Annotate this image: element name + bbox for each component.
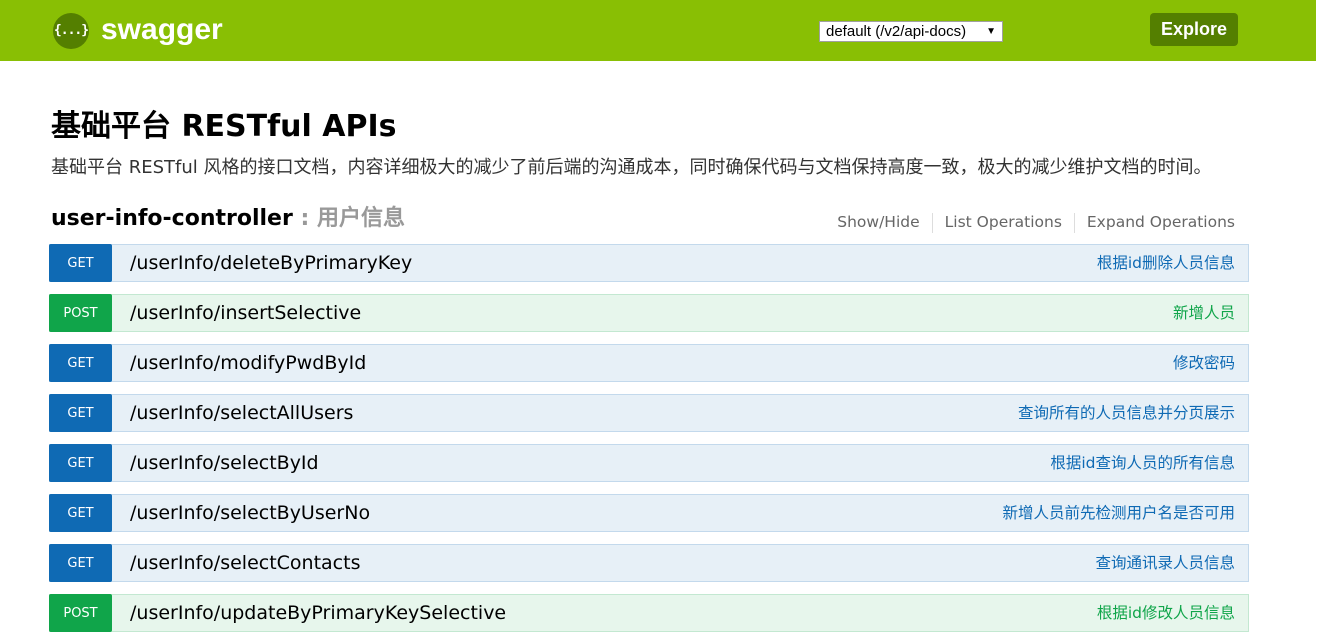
- endpoint-row[interactable]: GET /userInfo/selectByUserNo 新增人员前先检测用户名…: [49, 494, 1249, 532]
- http-method-badge[interactable]: GET: [49, 394, 112, 432]
- endpoint-row[interactable]: POST /userInfo/insertSelective 新增人员: [49, 294, 1249, 332]
- top-bar: {...} swagger default (/v2/api-docs) ▼ E…: [0, 0, 1316, 61]
- controller-description: 用户信息: [316, 206, 405, 231]
- endpoint-path[interactable]: /userInfo/deleteByPrimaryKey: [130, 245, 412, 281]
- endpoint-path[interactable]: /userInfo/updateByPrimaryKeySelective: [130, 595, 506, 631]
- endpoint-path[interactable]: /userInfo/modifyPwdById: [130, 345, 366, 381]
- page-description: 基础平台 RESTful 风格的接口文档，内容详细极大的减少了前后端的沟通成本，…: [51, 157, 1212, 178]
- endpoint-path[interactable]: /userInfo/selectAllUsers: [130, 395, 353, 431]
- http-method-badge[interactable]: POST: [49, 294, 112, 332]
- controller-separator: :: [292, 206, 317, 231]
- endpoint-path[interactable]: /userInfo/selectByUserNo: [130, 495, 370, 531]
- explore-button[interactable]: Explore: [1150, 13, 1238, 46]
- endpoint-list: GET /userInfo/deleteByPrimaryKey 根据id删除人…: [49, 244, 1249, 644]
- endpoint-row[interactable]: GET /userInfo/selectContacts 查询通讯录人员信息: [49, 544, 1249, 582]
- endpoint-path[interactable]: /userInfo/selectById: [130, 445, 319, 481]
- page-title: 基础平台 RESTful APIs: [51, 109, 397, 144]
- api-spec-select[interactable]: default (/v2/api-docs) ▼: [819, 21, 1003, 42]
- http-method-badge[interactable]: GET: [49, 544, 112, 582]
- endpoint-summary[interactable]: 根据id查询人员的所有信息: [1050, 445, 1235, 481]
- endpoint-summary[interactable]: 根据id删除人员信息: [1097, 245, 1235, 281]
- swagger-logo-icon[interactable]: {...}: [53, 13, 89, 49]
- endpoint-row[interactable]: POST /userInfo/updateByPrimaryKeySelecti…: [49, 594, 1249, 632]
- endpoint-row[interactable]: GET /userInfo/selectById 根据id查询人员的所有信息: [49, 444, 1249, 482]
- http-method-badge[interactable]: GET: [49, 494, 112, 532]
- endpoint-summary[interactable]: 修改密码: [1173, 345, 1235, 381]
- show-hide-link[interactable]: Show/Hide: [825, 213, 931, 231]
- http-method-badge[interactable]: POST: [49, 594, 112, 632]
- endpoint-row[interactable]: GET /userInfo/selectAllUsers 查询所有的人员信息并分…: [49, 394, 1249, 432]
- list-operations-link[interactable]: List Operations: [933, 213, 1074, 231]
- expand-operations-link[interactable]: Expand Operations: [1075, 213, 1235, 231]
- endpoint-summary[interactable]: 查询通讯录人员信息: [1095, 545, 1235, 581]
- http-method-badge[interactable]: GET: [49, 244, 112, 282]
- http-method-badge[interactable]: GET: [49, 444, 112, 482]
- brand-name[interactable]: swagger: [101, 10, 223, 50]
- endpoint-row[interactable]: GET /userInfo/deleteByPrimaryKey 根据id删除人…: [49, 244, 1249, 282]
- dropdown-arrow-icon: ▼: [986, 26, 996, 37]
- operation-links: Show/Hide List Operations Expand Operation…: [825, 212, 1235, 233]
- endpoint-summary[interactable]: 新增人员: [1173, 295, 1235, 331]
- endpoint-summary[interactable]: 根据id修改人员信息: [1097, 595, 1235, 631]
- endpoint-path[interactable]: /userInfo/insertSelective: [130, 295, 361, 331]
- endpoint-summary[interactable]: 查询所有的人员信息并分页展示: [1018, 395, 1235, 431]
- endpoint-path[interactable]: /userInfo/selectContacts: [130, 545, 360, 581]
- endpoint-summary[interactable]: 新增人员前先检测用户名是否可用: [1002, 495, 1235, 531]
- controller-name[interactable]: user-info-controller: [51, 206, 293, 231]
- api-spec-select-value: default (/v2/api-docs): [826, 23, 967, 40]
- http-method-badge[interactable]: GET: [49, 344, 112, 382]
- controller-heading[interactable]: user-info-controller : 用户信息: [51, 204, 405, 234]
- endpoint-row[interactable]: GET /userInfo/modifyPwdById 修改密码: [49, 344, 1249, 382]
